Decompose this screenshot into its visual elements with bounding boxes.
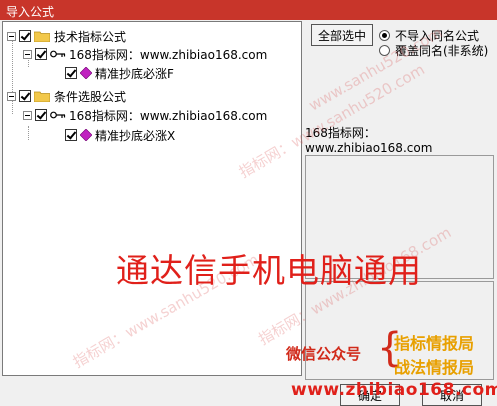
- tree-node-label: 精准抄底必涨F: [95, 66, 174, 81]
- promo-url: www.zhibiao168.com: [291, 380, 497, 400]
- tree-node-label: 条件选股公式: [54, 89, 127, 104]
- tree-node-label: 技术指标公式: [54, 29, 127, 44]
- tree-checkbox[interactable]: [65, 67, 77, 79]
- tree-node-label: 168指标网：www.zhibiao168.com: [69, 108, 268, 123]
- collapse-icon[interactable]: [7, 91, 16, 101]
- window-title: 导入公式: [6, 5, 55, 19]
- tree-node-label: 精准抄底必涨X: [95, 128, 176, 143]
- folder-icon: [34, 91, 50, 102]
- select-all-button[interactable]: 全部选中: [311, 24, 373, 46]
- radio-selected-icon[interactable]: [379, 30, 390, 41]
- wechat-label: 微信公众号: [286, 345, 362, 363]
- tree-checkbox[interactable]: [19, 30, 31, 42]
- tree-node-tech-formulas[interactable]: 技术指标公式: [7, 27, 126, 45]
- collapse-icon[interactable]: [7, 31, 16, 41]
- tree-checkbox[interactable]: [35, 48, 47, 60]
- formula-gem-icon: [80, 129, 92, 141]
- tree-node-formula-f[interactable]: 精准抄底必涨F: [65, 64, 174, 82]
- tree-node-formula-x[interactable]: 精准抄底必涨X: [65, 126, 175, 144]
- tree-node-screen-formulas[interactable]: 条件选股公式: [7, 87, 126, 105]
- collapse-icon[interactable]: [23, 49, 32, 59]
- key-icon: [50, 111, 66, 119]
- key-icon: [50, 50, 66, 58]
- tree-node-indicator-site[interactable]: 168指标网：www.zhibiao168.com: [23, 45, 267, 63]
- title-bar: 导入公式: [0, 0, 497, 20]
- tree-node-indicator-site-2[interactable]: 168指标网：www.zhibiao168.com: [23, 106, 267, 124]
- wechat-account-1: 指标情报局: [394, 334, 475, 353]
- formula-gem-icon: [80, 67, 92, 79]
- tree-checkbox[interactable]: [19, 90, 31, 102]
- folder-icon: [34, 31, 50, 42]
- tree-checkbox[interactable]: [65, 129, 77, 141]
- tree-connector: [28, 126, 29, 140]
- tree-checkbox[interactable]: [35, 109, 47, 121]
- collapse-icon[interactable]: [23, 110, 32, 120]
- promo-headline: 通达信手机电脑通用: [116, 251, 422, 290]
- wechat-account-2: 战法情报局: [394, 358, 475, 377]
- tree-node-label: 168指标网：www.zhibiao168.com: [69, 47, 268, 62]
